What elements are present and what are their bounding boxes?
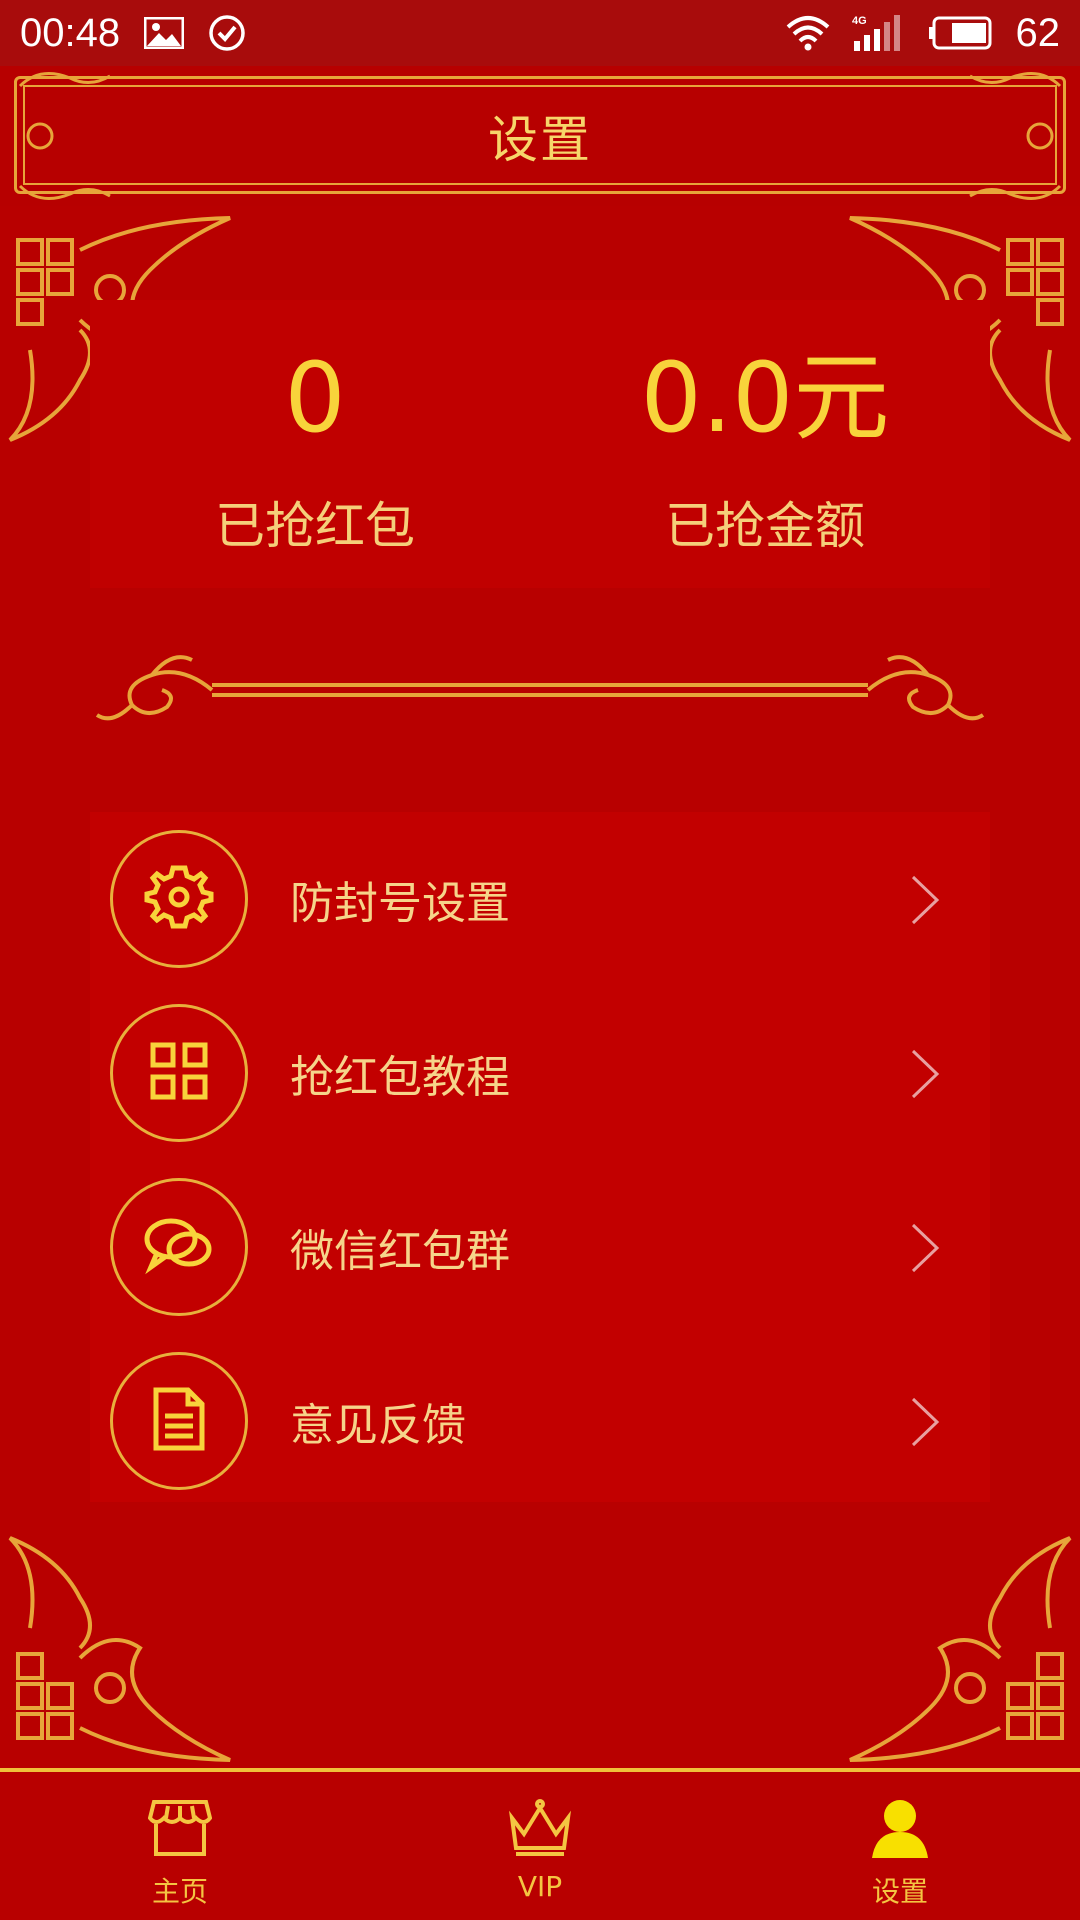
battery-icon — [928, 16, 994, 50]
title-bar: 设置 — [0, 66, 1080, 206]
gear-icon — [144, 862, 214, 936]
grabbed-count-value: 0 — [284, 342, 346, 454]
tab-label: 主页 — [151, 1875, 208, 1908]
grabbed-amount-label: 已抢金额 — [665, 497, 865, 555]
menu-item-anti-ban-settings[interactable]: 防封号设置 — [90, 812, 990, 986]
grabbed-count-stat: 0 已抢红包 — [90, 300, 540, 588]
tab-label: 设置 — [871, 1875, 928, 1908]
image-notification-icon — [144, 17, 185, 49]
menu-item-label: 防封号设置 — [290, 878, 510, 929]
bottom-tab-bar: 主页 VIP 设置 — [0, 1768, 1080, 1920]
menu-icon-circle — [110, 830, 248, 968]
corner-ornament-bottom-left — [8, 1536, 231, 1762]
tab-home[interactable]: 主页 — [0, 1772, 360, 1920]
svg-text:4G: 4G — [852, 15, 867, 27]
grabbed-count-label: 已抢红包 — [215, 497, 415, 555]
menu-item-wechat-group[interactable]: 微信红包群 — [90, 1160, 990, 1334]
document-icon — [152, 1386, 206, 1456]
settings-menu: 防封号设置 抢红包教程 微信红包群 意见反馈 — [90, 812, 990, 1502]
menu-item-label: 微信红包群 — [290, 1226, 510, 1277]
menu-item-label: 抢红包教程 — [290, 1052, 510, 1103]
menu-item-label: 意见反馈 — [290, 1400, 466, 1451]
check-circle-notification-icon — [208, 14, 246, 52]
menu-icon-circle — [110, 1004, 248, 1142]
chevron-right-icon — [910, 874, 940, 930]
page-title: 设置 — [488, 111, 592, 169]
ornamental-divider — [95, 655, 985, 721]
menu-item-tutorial[interactable]: 抢红包教程 — [90, 986, 990, 1160]
grid-icon — [149, 1041, 209, 1105]
crown-icon — [508, 1798, 572, 1862]
user-icon — [868, 1798, 932, 1862]
status-bar: 00:48 4G 62 — [0, 0, 1080, 66]
menu-icon-circle — [110, 1178, 248, 1316]
shop-icon — [147, 1798, 213, 1862]
tab-settings[interactable]: 设置 — [720, 1772, 1080, 1920]
menu-icon-circle — [110, 1352, 248, 1490]
chevron-right-icon — [910, 1396, 940, 1452]
chevron-right-icon — [910, 1222, 940, 1278]
tab-vip[interactable]: VIP — [360, 1772, 720, 1920]
status-time: 00:48 — [20, 10, 121, 55]
cellular-signal-icon: 4G — [852, 13, 906, 53]
battery-level: 62 — [1015, 10, 1061, 55]
grabbed-amount-stat: 0.0元 已抢金额 — [540, 300, 990, 588]
grabbed-amount-value: 0.0元 — [640, 342, 890, 454]
tab-label: VIP — [517, 1870, 563, 1903]
wifi-icon — [786, 15, 830, 51]
stats-card: 0 已抢红包 0.0元 已抢金额 — [90, 300, 990, 588]
menu-item-feedback[interactable]: 意见反馈 — [90, 1334, 990, 1508]
corner-ornament-bottom-right — [849, 1536, 1072, 1762]
chevron-right-icon — [910, 1048, 940, 1104]
chat-icon — [143, 1215, 215, 1279]
